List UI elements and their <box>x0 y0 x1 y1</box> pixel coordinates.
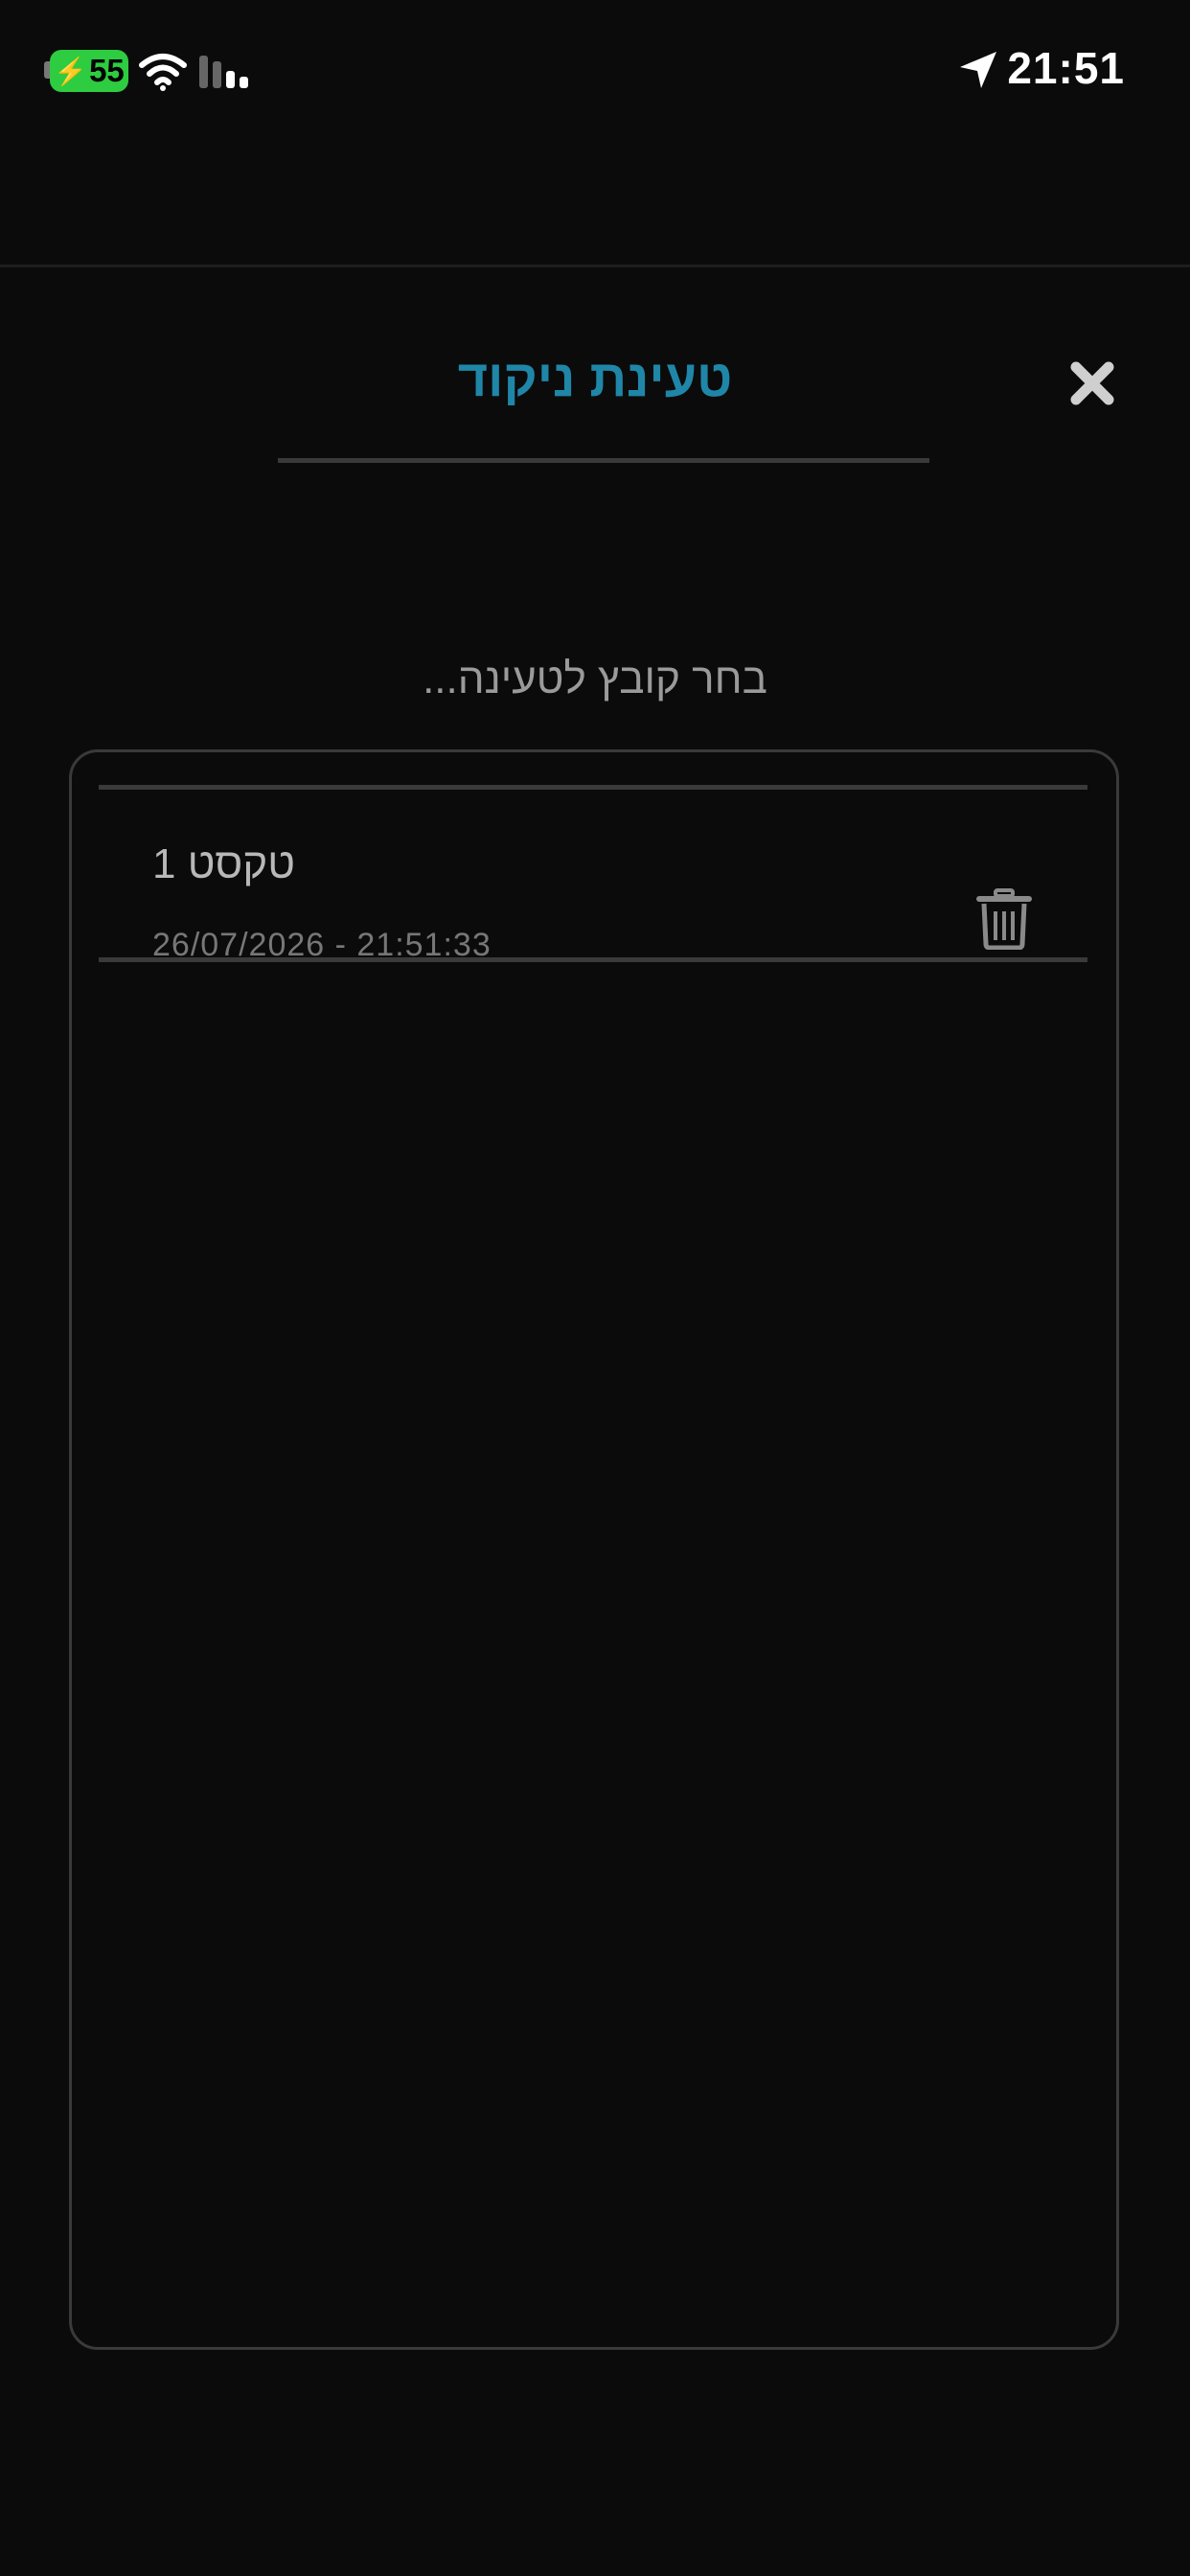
close-button[interactable] <box>1064 355 1121 412</box>
dialog-title: טעינת ניקוד <box>457 350 733 407</box>
header-divider <box>0 264 1190 267</box>
list-divider <box>99 957 1087 962</box>
close-x-icon <box>1070 361 1114 405</box>
status-bar: ⚡ 55 21:51 <box>0 0 1190 144</box>
trash-icon <box>976 888 1032 950</box>
battery-indicator: ⚡ 55 <box>50 50 128 92</box>
wifi-icon <box>139 54 187 91</box>
file-list: טקסט 1 26/07/2026 - 21:51:33 <box>69 749 1119 2350</box>
title-underline <box>278 458 929 463</box>
battery-level: 55 <box>89 53 125 88</box>
charging-bolt-icon: ⚡ <box>54 56 88 86</box>
list-divider <box>99 785 1087 790</box>
select-file-prompt: בחר קובץ לטעינה... <box>423 656 767 702</box>
list-item[interactable]: טקסט 1 26/07/2026 - 21:51:33 <box>99 791 1087 963</box>
cellular-signal-icon <box>199 56 248 88</box>
delete-button[interactable] <box>971 883 1038 955</box>
file-name: טקסט 1 <box>152 840 295 887</box>
location-arrow-icon <box>960 52 996 88</box>
status-time: 21:51 <box>1007 43 1125 93</box>
app-screen: ⚡ 55 21:51 טעינת ניקוד בחר קובץ לטעינה..… <box>0 0 1190 2576</box>
